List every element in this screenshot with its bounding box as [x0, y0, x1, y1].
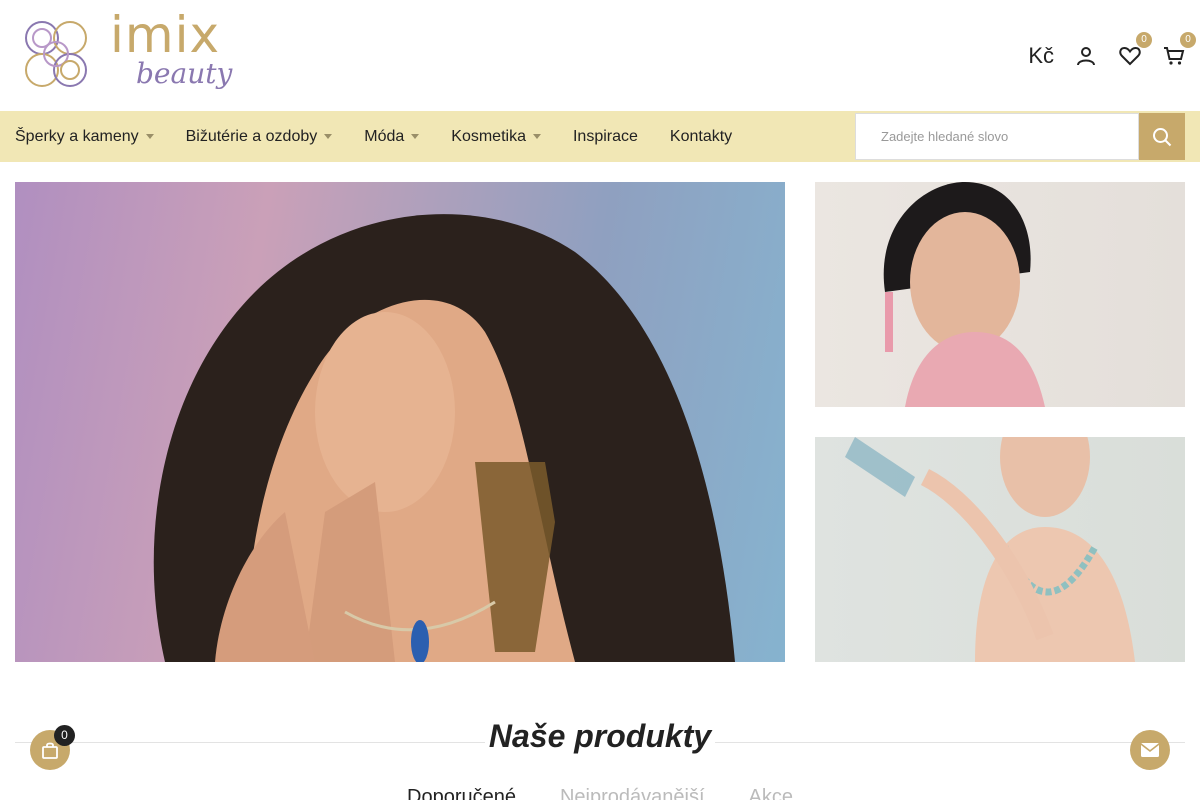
tab-doporucene[interactable]: Doporučené — [407, 786, 516, 800]
caret-down-icon — [145, 134, 154, 139]
search-button[interactable] — [1139, 113, 1185, 160]
products-title: Naše produkty — [488, 718, 712, 754]
product-tabs: Doporučené Nejprodávanější Akce — [0, 786, 1200, 800]
nav-item-bizuterie[interactable]: Bižutérie a ozdoby — [186, 128, 333, 146]
nav-menu: Šperky a kameny Bižutérie a ozdoby Móda … — [15, 111, 764, 162]
contact-mail-button[interactable] — [1130, 730, 1170, 770]
main-nav: Šperky a kameny Bižutérie a ozdoby Móda … — [0, 111, 1200, 162]
nav-item-label: Šperky a kameny — [15, 127, 139, 145]
mail-icon — [1140, 743, 1160, 757]
wishlist-icon[interactable]: 0 — [1118, 32, 1152, 68]
logo-subtitle: beauty — [136, 57, 233, 90]
tab-akce[interactable]: Akce — [749, 786, 793, 800]
promo-banner-top[interactable] — [815, 182, 1185, 407]
hero-photo-image — [153, 214, 735, 662]
promo-banner-bottom[interactable] — [815, 437, 1185, 662]
wishlist-count-badge: 0 — [1136, 32, 1152, 48]
promo-photo-image — [845, 437, 1135, 662]
nav-item-label: Kosmetika — [451, 127, 526, 145]
nav-item-kontakty[interactable]: Kontakty — [670, 128, 732, 146]
site-logo[interactable]: imix beauty — [16, 6, 232, 96]
nav-item-moda[interactable]: Móda — [364, 127, 420, 146]
products-heading: Naše produkty — [15, 718, 1185, 762]
promo-photo-image — [883, 182, 1045, 407]
caret-down-icon — [532, 134, 541, 139]
floating-cart-count-badge: 0 — [54, 725, 75, 746]
nav-item-label: Bižutérie a ozdoby — [185, 127, 318, 145]
nav-item-inspirace[interactable]: Inspirace — [573, 128, 638, 146]
cart-count-badge: 0 — [1180, 32, 1196, 48]
nav-item-label: Móda — [364, 127, 405, 145]
cart-icon[interactable]: 0 — [1162, 32, 1196, 68]
nav-item-kosmetika[interactable]: Kosmetika — [451, 128, 541, 146]
search-icon — [1153, 127, 1172, 146]
nav-item-sperky[interactable]: Šperky a kameny — [15, 128, 154, 146]
caret-down-icon — [324, 134, 333, 139]
nav-item-label: Kontakty — [669, 127, 733, 145]
search-input[interactable] — [855, 113, 1139, 160]
logo-word: imix — [110, 6, 221, 64]
account-icon[interactable] — [1074, 44, 1098, 68]
site-header: imix beauty Kč 0 0 — [0, 0, 1200, 111]
search-box — [855, 113, 1185, 160]
shopping-bag-icon — [42, 742, 58, 759]
currency-switcher[interactable]: Kč — [1028, 43, 1054, 69]
header-actions: Kč 0 0 — [1028, 32, 1196, 72]
caret-down-icon — [411, 134, 420, 139]
tab-nejprodavanejsi[interactable]: Nejprodávanější — [560, 786, 705, 800]
logo-flower-icon — [25, 21, 87, 87]
hero-banner-main[interactable] — [15, 182, 785, 662]
nav-item-label: Inspirace — [572, 127, 638, 145]
